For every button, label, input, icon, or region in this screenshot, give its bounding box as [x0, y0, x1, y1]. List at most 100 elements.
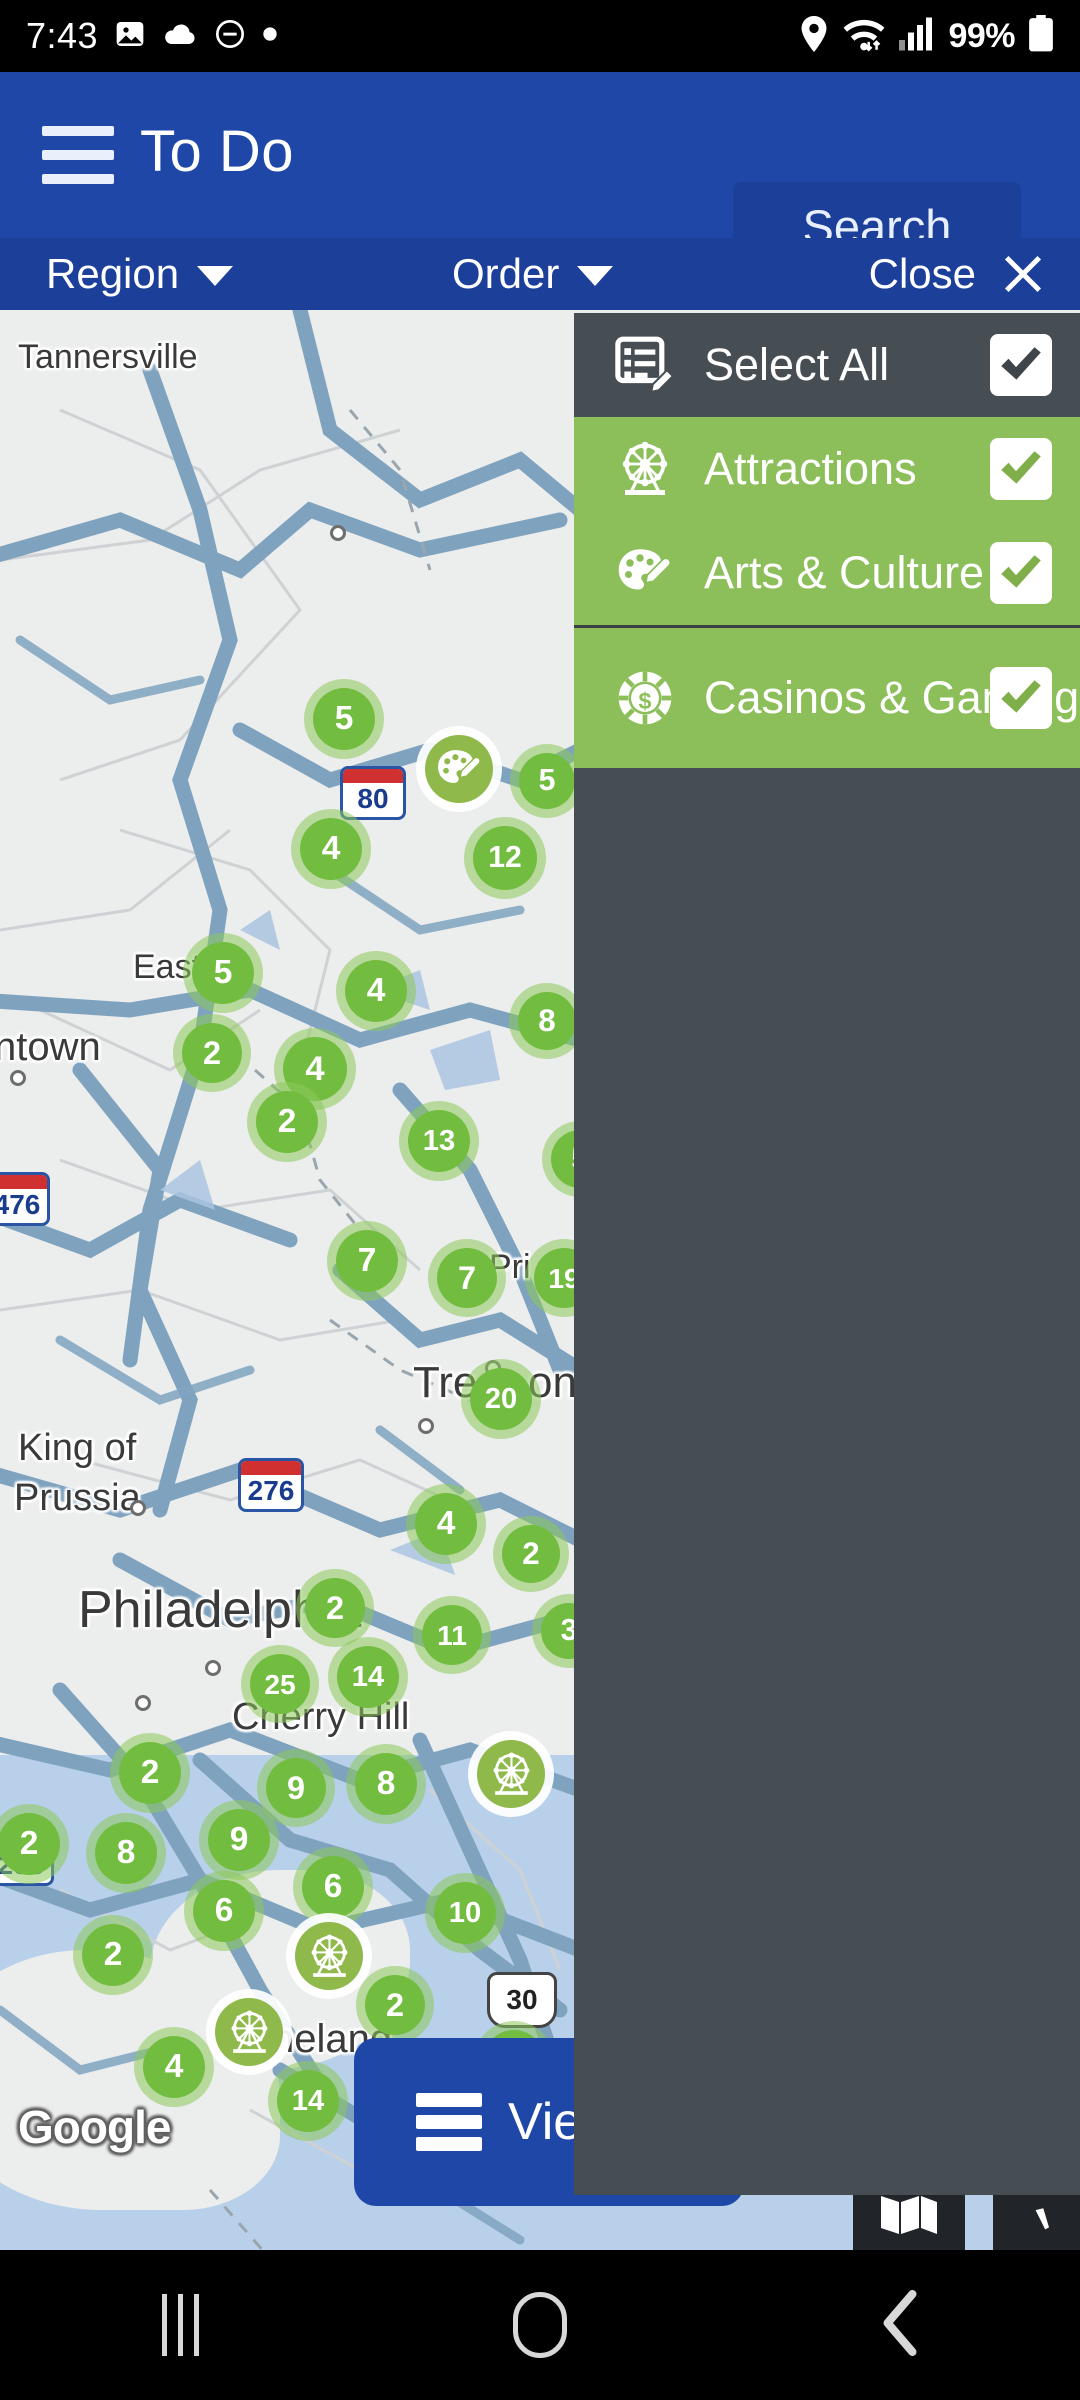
order-dropdown[interactable]: Order [452, 238, 614, 310]
map-cluster-marker[interactable]: 10 [434, 1882, 496, 1944]
map-place-label: Tre [413, 1358, 478, 1407]
map-place-label: Prussia [14, 1477, 141, 1519]
highway-shield: 30 [487, 1972, 557, 2028]
wifi-icon [842, 15, 886, 58]
location-pin-icon [799, 15, 829, 57]
region-label: Region [46, 250, 180, 297]
map-cluster-marker[interactable]: 5 [313, 688, 375, 750]
map-poi-dot [330, 525, 346, 541]
map-cluster-marker[interactable]: 2 [182, 1023, 242, 1083]
palette-brush-icon [435, 745, 484, 794]
map-ferris-wheel-icon[interactable] [215, 1998, 283, 2066]
map-cluster-marker[interactable]: 4 [143, 2036, 205, 2098]
map-cluster-marker[interactable]: 8 [95, 1822, 157, 1884]
svg-text:$: $ [639, 688, 652, 714]
category-checkbox-casinos-gaming[interactable] [990, 667, 1052, 729]
chevron-down-icon [197, 266, 234, 286]
map-cluster-marker[interactable]: 11 [422, 1605, 482, 1665]
category-row-casinos-gaming[interactable]: $ Casinos & Gaming [574, 628, 1080, 768]
check-icon [1026, 2190, 1072, 2243]
map-palette-brush-icon[interactable] [425, 735, 493, 803]
map-cluster-marker[interactable]: 14 [277, 2070, 339, 2132]
map-cluster-marker[interactable]: 9 [266, 1758, 326, 1818]
map-cluster-marker[interactable]: 6 [302, 1856, 364, 1918]
map-poi-dot [10, 1070, 26, 1086]
list-icon [416, 2093, 482, 2151]
map-cluster-marker[interactable]: 25 [250, 1654, 310, 1714]
close-icon [1000, 251, 1046, 297]
map-cluster-marker[interactable]: 5 [192, 942, 254, 1004]
battery-percent: 99% [948, 16, 1015, 55]
signal-bars-icon [899, 17, 935, 56]
category-row-arts-culture[interactable]: Arts & Culture [574, 521, 1080, 625]
select-all-checkbox[interactable] [990, 334, 1052, 396]
highway-shield: 80 [340, 766, 406, 820]
android-nav-bar [0, 2250, 1080, 2400]
map-cluster-marker[interactable]: 4 [415, 1493, 477, 1555]
home-button[interactable] [440, 2250, 640, 2400]
close-label: Close [868, 250, 976, 297]
back-button[interactable] [800, 2250, 1000, 2400]
map-cluster-marker[interactable]: 9 [208, 1809, 270, 1871]
page-title: To Do [140, 119, 295, 184]
back-icon [879, 2289, 921, 2361]
map-poi-dot [418, 1418, 434, 1434]
google-attribution: Google [18, 2101, 171, 2153]
category-checkbox-attractions[interactable] [990, 438, 1052, 500]
palette-brush-icon [608, 543, 682, 603]
map-layers-icon [879, 2191, 939, 2242]
category-checkbox-arts-culture[interactable] [990, 542, 1052, 604]
ferris-wheel-icon [225, 2008, 274, 2057]
region-dropdown[interactable]: Region [46, 238, 234, 310]
image-icon [114, 18, 146, 55]
home-icon [513, 2292, 567, 2358]
map-cluster-marker[interactable]: 4 [345, 960, 407, 1022]
map-cluster-marker[interactable]: 6 [193, 1880, 255, 1942]
map-place-label: ntown [0, 1025, 101, 1069]
map-place-label: King of [18, 1427, 137, 1469]
battery-icon [1028, 14, 1054, 58]
list-edit-icon [608, 334, 682, 396]
map-cluster-marker[interactable]: 20 [470, 1368, 532, 1430]
status-bar-left: 7:43 [26, 15, 278, 57]
map-cluster-marker[interactable]: 2 [256, 1091, 318, 1153]
map-cluster-marker[interactable]: 4 [300, 818, 362, 880]
recents-icon [161, 2294, 199, 2356]
app-bar: To Do Search [0, 72, 1080, 270]
map-cluster-marker[interactable]: 8 [355, 1753, 417, 1815]
map-ferris-wheel-icon[interactable] [295, 1922, 363, 1990]
cloud-icon [162, 20, 198, 53]
ferris-wheel-icon [608, 439, 682, 499]
status-time: 7:43 [26, 15, 99, 56]
map-poi-dot [205, 1660, 221, 1676]
map-cluster-marker[interactable]: 7 [437, 1248, 497, 1308]
map-cluster-marker[interactable]: 8 [518, 992, 576, 1050]
chevron-down-icon [577, 266, 614, 286]
map-cluster-marker[interactable]: 2 [0, 1813, 60, 1875]
dot-icon [262, 26, 278, 47]
casino-chip-icon: $ [608, 667, 682, 729]
map-cluster-marker[interactable]: 2 [365, 1975, 425, 2035]
filter-bar: Region Order Close [0, 238, 1080, 310]
map-cluster-marker[interactable]: 2 [305, 1578, 365, 1638]
map-cluster-marker[interactable]: 2 [119, 1742, 181, 1804]
map-place-label: Tannersville [18, 338, 198, 376]
highway-shield: 476 [0, 1172, 50, 1226]
hamburger-menu-icon[interactable] [42, 124, 114, 186]
map-poi-dot [130, 1500, 146, 1516]
map-place-label: East [133, 948, 202, 986]
close-button[interactable]: Close [869, 238, 1046, 310]
category-filter-panel: Select All Attractions Arts & Culture $ … [574, 313, 1080, 2195]
map-cluster-marker[interactable]: 2 [502, 1525, 560, 1583]
map-place-label: on [528, 1358, 577, 1407]
map-cluster-marker[interactable]: 5 [519, 753, 575, 809]
map-cluster-marker[interactable]: 7 [336, 1230, 398, 1292]
map-ferris-wheel-icon[interactable] [477, 1740, 545, 1808]
map-cluster-marker[interactable]: 14 [337, 1646, 399, 1708]
map-cluster-marker[interactable]: 13 [408, 1110, 470, 1172]
recents-button[interactable] [80, 2250, 280, 2400]
map-cluster-marker[interactable]: 2 [82, 1924, 144, 1986]
select-all-row[interactable]: Select All [574, 313, 1080, 417]
map-cluster-marker[interactable]: 12 [473, 826, 537, 890]
category-row-attractions[interactable]: Attractions [574, 417, 1080, 521]
